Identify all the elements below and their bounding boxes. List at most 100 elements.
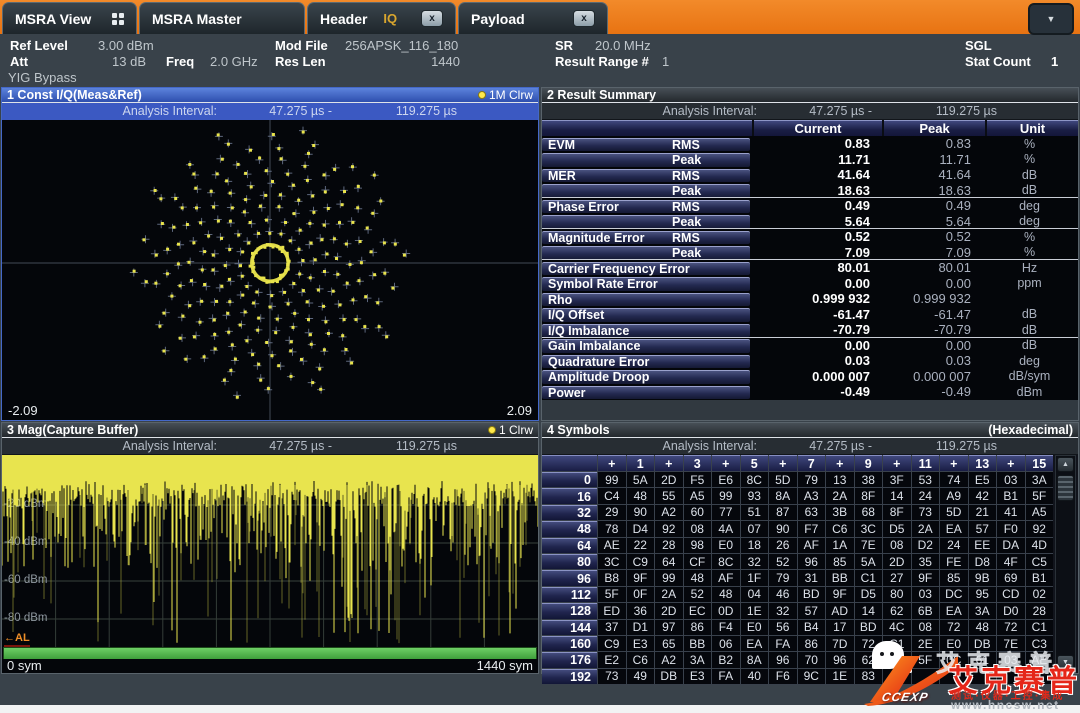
symbols-cell: 48 <box>684 570 712 585</box>
analysis-interval-label: Analysis Interval: <box>2 439 217 453</box>
symbols-cell: 97 <box>655 620 683 635</box>
sgl-indicator[interactable]: SGL <box>965 38 992 53</box>
stat-count-value[interactable]: 1 <box>1051 54 1058 69</box>
symbols-cell: D1 <box>627 620 655 635</box>
symbols-cell: 1A <box>826 538 854 553</box>
result-metric-sub: RMS <box>672 138 700 152</box>
result-range-label[interactable]: Result Range # <box>555 54 649 69</box>
symbols-cell: 1F <box>741 570 769 585</box>
symbols-cell: 36 <box>627 603 655 618</box>
symbols-cell: EE <box>969 538 997 553</box>
stat-count-label[interactable]: Stat Count <box>965 54 1031 69</box>
symbols-row-header: 192 <box>542 669 597 684</box>
tab-msra-view[interactable]: MSRA View <box>2 2 137 34</box>
yig-bypass-label[interactable]: YIG Bypass <box>8 70 77 85</box>
sr-label[interactable]: SR <box>555 38 573 53</box>
att-label[interactable]: Att <box>10 54 28 69</box>
symbols-cell: 48 <box>969 620 997 635</box>
tab-payload[interactable]: Payload x <box>458 2 608 34</box>
chevron-down-icon: ▼ <box>1047 14 1056 24</box>
trace-label: 1 Clrw <box>499 423 533 437</box>
res-len-value[interactable]: 1440 <box>380 54 460 69</box>
tab-label: MSRA Master <box>152 11 242 27</box>
symbols-cell: 2A <box>655 587 683 602</box>
symbols-cell: 4A <box>712 521 740 536</box>
symbols-cell: 96 <box>798 554 826 569</box>
trace-dot-icon <box>488 426 496 434</box>
window-title-bar[interactable]: 4 Symbols (Hexadecimal) <box>542 423 1078 438</box>
scrollbar-thumb[interactable] <box>1057 475 1074 501</box>
symbols-cell: 79 <box>798 472 826 487</box>
tab-msra-master[interactable]: MSRA Master <box>139 2 305 34</box>
symbols-cell: D5 <box>855 587 883 602</box>
mod-file-label[interactable]: Mod File <box>275 38 328 53</box>
symbols-cell: 0D <box>712 603 740 618</box>
symbols-scrollbar[interactable]: ▲ ▼ <box>1055 455 1076 672</box>
trigger-marker-al: ←AL <box>4 632 30 647</box>
window-symbols: 4 Symbols (Hexadecimal) Analysis Interva… <box>541 422 1079 674</box>
scroll-up-icon[interactable]: ▲ <box>1057 457 1074 472</box>
freq-label[interactable]: Freq <box>166 54 194 69</box>
symbols-cell: 80 <box>883 587 911 602</box>
result-row: Peak5.645.64deg <box>542 214 1078 230</box>
sr-value[interactable]: 20.0 MHz <box>595 38 651 53</box>
symbols-cell: DB <box>655 669 683 684</box>
settings-header: Ref Level 3.00 dBm Mod File 256APSK_116_… <box>0 34 1080 87</box>
result-peak-value: 80.01 <box>880 260 981 275</box>
ref-level-value[interactable]: 3.00 dBm <box>98 38 154 53</box>
symbols-cell: B1 <box>997 488 1025 503</box>
symbols-cell: EA <box>940 521 968 536</box>
symbols-cell: C5 <box>1026 554 1054 569</box>
symbols-cell: 17 <box>826 620 854 635</box>
close-icon[interactable]: x <box>573 10 595 27</box>
freq-value[interactable]: 2.0 GHz <box>210 54 258 69</box>
symbols-cell: 5A <box>627 472 655 487</box>
symbols-cell: 02 <box>1026 587 1054 602</box>
result-current-value: 5.64 <box>752 214 880 229</box>
symbols-cell: 5D <box>769 472 797 487</box>
symbols-cell: E3 <box>627 636 655 651</box>
tab-header[interactable]: Header IQ x <box>307 2 456 34</box>
symbols-cell: A2 <box>655 505 683 520</box>
result-unit: deg <box>981 354 1078 368</box>
symbols-cell: 4F <box>997 554 1025 569</box>
symbols-cell: B8 <box>598 570 626 585</box>
symbols-cell: 57 <box>798 603 826 618</box>
symbols-cell: 5D <box>940 505 968 520</box>
result-row: Magnitude ErrorRMS0.520.52% <box>542 229 1078 245</box>
result-row-label: Peak <box>542 246 750 260</box>
window-menu-button[interactable]: ▼ <box>1028 3 1074 35</box>
window-title-bar[interactable]: 2 Result Summary <box>542 88 1078 103</box>
result-row-label: I/Q Imbalance <box>542 324 750 338</box>
window-title-bar[interactable]: 3 Mag(Capture Buffer) 1 Clrw <box>2 423 538 438</box>
ref-level-label[interactable]: Ref Level <box>10 38 68 53</box>
column-header-unit: Unit <box>987 120 1078 136</box>
close-icon[interactable]: x <box>421 10 443 27</box>
symbols-cell: 4C <box>883 620 911 635</box>
analysis-interval-start: 47.275 µs - <box>757 104 872 118</box>
symbols-cell: 9F <box>826 587 854 602</box>
window-title: 1 Const I/Q(Meas&Ref) <box>7 88 142 102</box>
att-value[interactable]: 13 dB <box>90 54 146 69</box>
result-current-value: 7.09 <box>752 245 880 260</box>
result-unit: Hz <box>981 261 1078 275</box>
symbols-cell: 8F <box>883 505 911 520</box>
symbols-cell: F7 <box>798 521 826 536</box>
res-len-label[interactable]: Res Len <box>275 54 326 69</box>
window-title-bar[interactable]: 1 Const I/Q(Meas&Ref) 1M Clrw <box>2 88 538 103</box>
result-row-label: EVMRMS <box>542 138 750 152</box>
symbols-cell: F4 <box>712 620 740 635</box>
trace-label: 1M Clrw <box>489 88 533 102</box>
symbols-cell: 18 <box>741 538 769 553</box>
symbols-row-header: 96 <box>542 570 597 585</box>
analysis-interval-start: 47.275 µs - <box>217 439 332 453</box>
result-row: Amplitude Droop0.000 0070.000 007dB/sym <box>542 369 1078 385</box>
result-peak-value: -70.79 <box>880 322 981 337</box>
header-spacer <box>542 120 752 136</box>
mod-file-value[interactable]: 256APSK_116_180 <box>345 38 458 53</box>
symbols-cell: 63 <box>798 505 826 520</box>
iq-marker: IQ <box>383 11 397 26</box>
symbols-cell: 85 <box>826 554 854 569</box>
symbols-cell: 08 <box>912 620 940 635</box>
result-range-value[interactable]: 1 <box>662 54 669 69</box>
